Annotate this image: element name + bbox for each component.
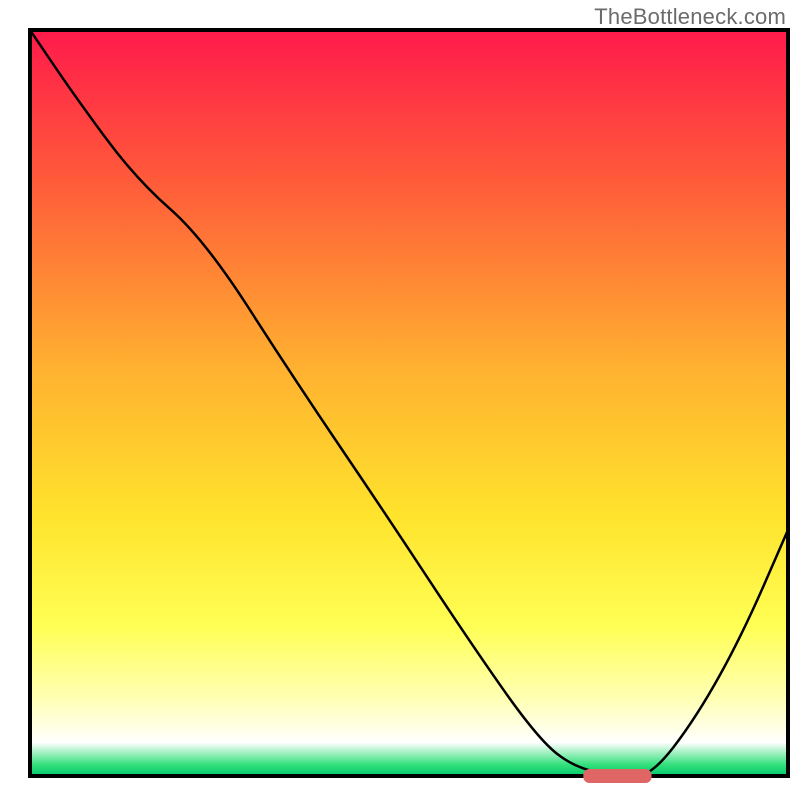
bottom-marker: [583, 769, 651, 783]
chart-canvas: [0, 0, 800, 800]
gradient-panel: [30, 30, 788, 776]
